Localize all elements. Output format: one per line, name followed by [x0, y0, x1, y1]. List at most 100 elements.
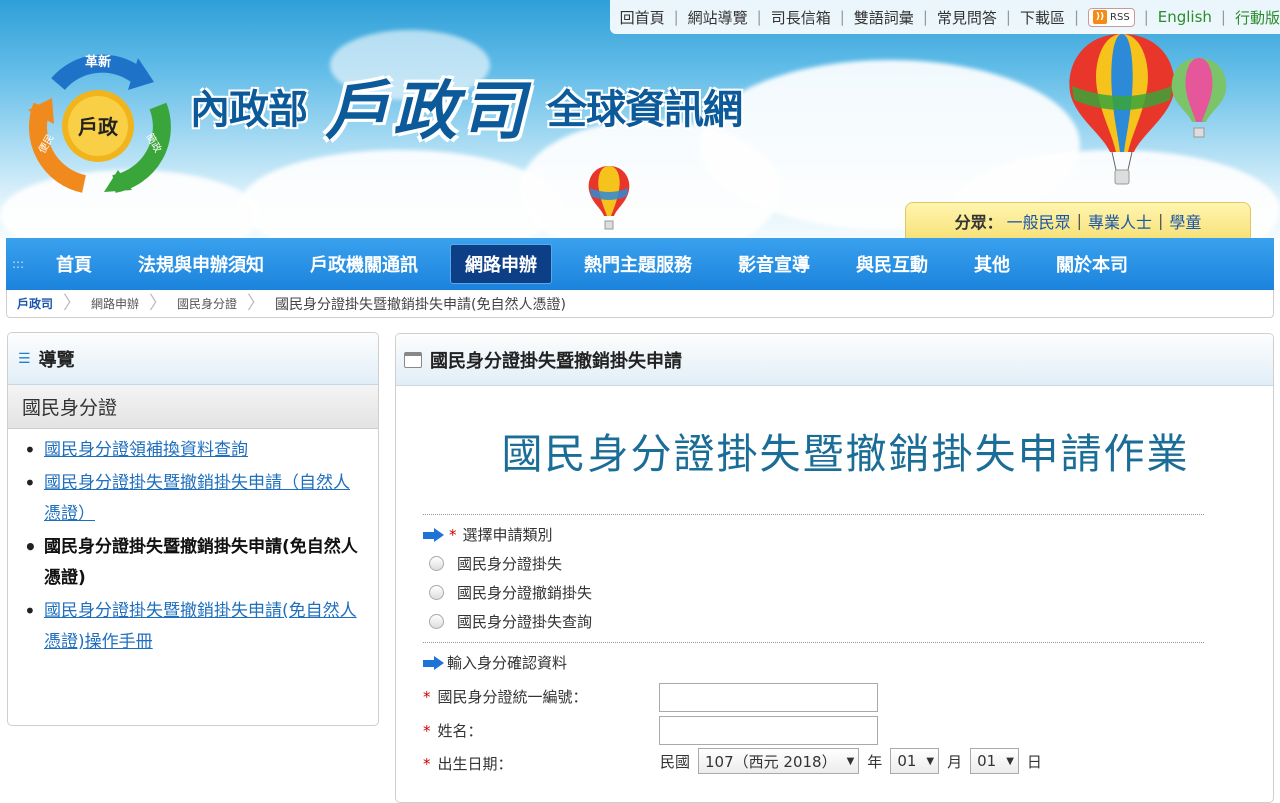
nav-media-promotion[interactable]: 影音宣導 [724, 245, 824, 283]
separator: | [673, 8, 679, 26]
sidebar-navigation: ☰ 導覽 國民身分證 國民身分證領補換資料查詢 國民身分證掛失暨撤銷掛失申請（自… [7, 332, 379, 726]
sidebar-item: 國民身分證掛失暨撤銷掛失申請(免自然人憑證)操作手冊 [24, 596, 360, 658]
download-link[interactable]: 下載區 [1020, 7, 1065, 28]
divider [423, 514, 1204, 515]
main-panel-header: 國民身分證掛失暨撤銷掛失申請 [396, 334, 1273, 386]
audience-children-link[interactable]: 學童 [1169, 209, 1201, 233]
nav-regulations[interactable]: 法規與申辦須知 [124, 245, 278, 283]
cloud-decoration [240, 150, 560, 238]
section-application-type: * 選擇申請類別 [423, 524, 553, 545]
audience-general-public-link[interactable]: 一般民眾 [1007, 209, 1071, 233]
hot-air-balloon-icon [1069, 34, 1175, 185]
breadcrumb-item[interactable]: 戶政司 [7, 295, 63, 312]
section-label: 輸入身分確認資料 [447, 654, 568, 672]
sitemap-link[interactable]: 網站導覽 [688, 7, 748, 28]
nav-others[interactable]: 其他 [960, 245, 1024, 283]
field-row-name: * 姓名： [423, 720, 483, 741]
radio-button[interactable] [429, 556, 444, 571]
required-marker: * [449, 525, 457, 544]
glossary-link[interactable]: 雙語詞彙 [854, 7, 914, 28]
sidebar-item: 國民身分證掛失暨撤銷掛失申請（自然人憑證） [24, 468, 360, 530]
breadcrumb-item[interactable]: 國民身分證 [167, 295, 247, 312]
sidebar-link-loss-report-certificate[interactable]: 國民身分證掛失暨撤銷掛失申請（自然人憑證） [44, 473, 350, 524]
sidebar-title: 導覽 [38, 349, 75, 371]
birth-year-select[interactable]: 107（西元 2018） ▼ [698, 748, 860, 774]
hot-air-balloon-icon [588, 166, 630, 230]
nav-offices-directory[interactable]: 戶政機關通訊 [296, 245, 432, 283]
main-navigation: ::: 首頁 法規與申辦須知 戶政機關通訊 網路申辦 熱門主題服務 影音宣導 與… [6, 238, 1274, 290]
selected-value: 107（西元 2018） [705, 752, 837, 771]
field-label: 姓名： [437, 722, 483, 740]
breadcrumb-item[interactable]: 網路申辦 [81, 295, 149, 312]
radio-cancel-loss[interactable]: 國民身分證撤銷掛失 [429, 582, 592, 603]
sidebar-link-id-card-query[interactable]: 國民身分證領補換資料查詢 [44, 440, 248, 460]
rss-icon: )) [1093, 9, 1108, 24]
chevron-right-icon: 〉 [247, 292, 266, 314]
radio-button[interactable] [429, 614, 444, 629]
logo-top-text: 革新 [85, 54, 111, 70]
breadcrumb-current: 國民身分證掛失暨撤銷掛失申請(免自然人憑證) [275, 296, 566, 313]
separator: | [1005, 8, 1011, 26]
audience-selector: 分眾： 一般民眾 | 專業人士 | 學童 [905, 202, 1251, 238]
nav-online-application[interactable]: 網路申辦 [450, 244, 552, 284]
radio-label: 國民身分證撤銷掛失 [457, 584, 593, 602]
arrow-right-icon [423, 655, 445, 670]
month-unit: 月 [947, 752, 963, 771]
site-header: 革新 戶政 便民 簡政 內政部 戶政司 全球資訊網 回首頁 | 網站導覽 | 司長信… [0, 0, 1280, 238]
dropdown-arrow-icon: ▼ [846, 755, 855, 767]
site-title-department: 戶政司 [325, 74, 529, 149]
birthdate-selector: 民國 107（西元 2018） ▼ 年 01 ▼ 月 01 ▼ 日 [660, 748, 1042, 774]
ministry-logo-icon[interactable]: 革新 戶政 便民 簡政 [18, 44, 178, 194]
field-label: 出生日期： [437, 755, 513, 773]
radio-report-loss[interactable]: 國民身分證掛失 [429, 553, 562, 574]
nav-about[interactable]: 關於本司 [1042, 245, 1142, 283]
list-icon: ☰ [18, 350, 31, 367]
sidebar-list: 國民身分證領補換資料查詢 國民身分證掛失暨撤銷掛失申請（自然人憑證） 國民身分證… [8, 429, 378, 658]
dropdown-arrow-icon: ▼ [926, 755, 935, 767]
mobile-version-link[interactable]: 行動版 [1235, 7, 1280, 28]
field-label: 國民身分證統一編號： [437, 688, 588, 706]
separator: | [922, 8, 928, 26]
field-row-birthdate: * 出生日期： [423, 753, 513, 774]
window-icon [404, 351, 422, 368]
main-panel-title: 國民身分證掛失暨撤銷掛失申請 [430, 350, 682, 372]
site-title-portal: 全球資訊網 [547, 86, 743, 133]
separator: | [756, 8, 762, 26]
name-input[interactable] [659, 716, 878, 745]
separator: | [1158, 211, 1164, 230]
separator: | [839, 8, 845, 26]
separator: | [1073, 8, 1080, 26]
radio-label: 國民身分證掛失 [457, 555, 563, 573]
nav-popular-services[interactable]: 熱門主題服務 [570, 245, 706, 283]
faq-link[interactable]: 常見問答 [937, 7, 997, 28]
sidebar-item-current[interactable]: 國民身分證掛失暨撤銷掛失申請(免自然人憑證) [24, 532, 360, 594]
required-marker: * [423, 754, 431, 773]
radio-loss-query[interactable]: 國民身分證掛失查詢 [429, 611, 592, 632]
director-mailbox-link[interactable]: 司長信箱 [771, 7, 831, 28]
arrow-right-icon [423, 527, 445, 542]
birth-month-select[interactable]: 01 ▼ [890, 748, 940, 774]
nav-interaction[interactable]: 與民互動 [842, 245, 942, 283]
nav-home[interactable]: 首頁 [42, 245, 106, 283]
radio-label: 國民身分證掛失查詢 [457, 613, 593, 631]
separator: | [1076, 211, 1082, 230]
sidebar-header: ☰ 導覽 [8, 333, 378, 385]
required-marker: * [423, 687, 431, 706]
logo-center-text: 戶政 [78, 115, 119, 139]
english-link[interactable]: English [1158, 8, 1212, 26]
site-title[interactable]: 內政部 戶政司 全球資訊網 [190, 60, 743, 152]
separator: | [1220, 8, 1226, 26]
selected-value: 01 [977, 752, 997, 770]
rss-feed-button[interactable]: )) RSS [1088, 7, 1135, 27]
audience-label: 分眾： [954, 212, 1003, 232]
site-title-ministry: 內政部 [190, 86, 308, 133]
radio-button[interactable] [429, 585, 444, 600]
accesskey-marker[interactable]: ::: [10, 257, 42, 271]
birth-day-select[interactable]: 01 ▼ [970, 748, 1019, 774]
audience-professionals-link[interactable]: 專業人士 [1088, 209, 1152, 233]
home-link[interactable]: 回首頁 [620, 7, 665, 28]
main-content-panel: 國民身分證掛失暨撤銷掛失申請 國民身分證掛失暨撤銷掛失申請作業 * 選擇申請類別… [395, 333, 1274, 803]
sidebar-link-operation-manual[interactable]: 國民身分證掛失暨撤銷掛失申請(免自然人憑證)操作手冊 [44, 601, 357, 652]
id-number-input[interactable] [659, 683, 878, 712]
sidebar-group-title: 國民身分證 [8, 385, 378, 429]
